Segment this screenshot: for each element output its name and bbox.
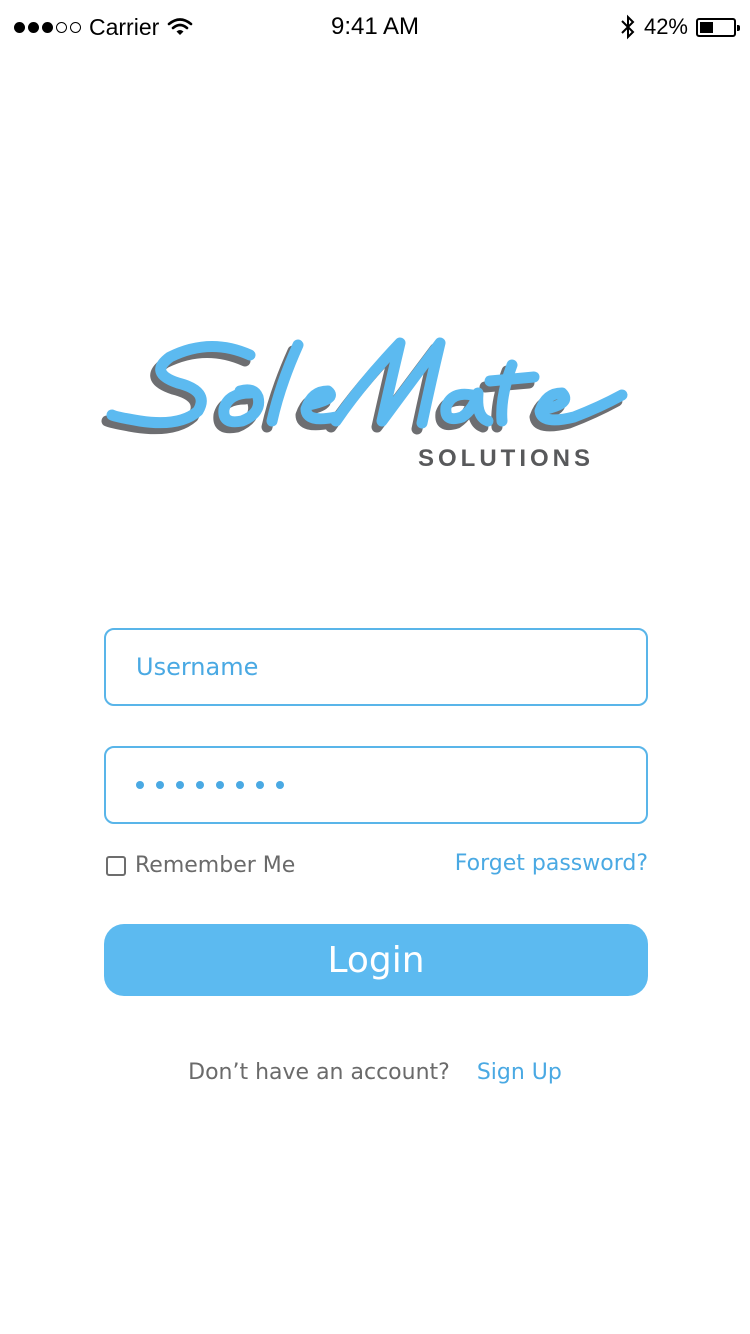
password-mask-dot (236, 781, 244, 789)
remember-me-toggle[interactable]: Remember Me (106, 853, 295, 878)
battery-percent: 42% (643, 14, 688, 39)
username-placeholder: Username (136, 653, 259, 681)
password-mask-dot (156, 781, 164, 789)
password-mask-dot (136, 781, 144, 789)
bluetooth-icon (620, 14, 636, 40)
battery-tip (737, 24, 740, 31)
status-right: 42% (620, 12, 740, 42)
remember-me-label: Remember Me (135, 853, 296, 878)
password-mask-dot (256, 781, 264, 789)
username-input[interactable]: Username (104, 628, 648, 706)
remember-me-checkbox[interactable] (106, 855, 126, 876)
password-mask (136, 781, 284, 789)
password-mask-dot (216, 781, 224, 789)
password-mask-dot (276, 781, 284, 789)
forgot-password-link[interactable]: Forget password? (455, 851, 648, 876)
logo-subtitle: SOLUTIONS (418, 445, 595, 472)
battery-icon (696, 17, 740, 37)
sign-up-link[interactable]: Sign Up (477, 1060, 562, 1085)
password-input[interactable] (104, 746, 648, 824)
password-mask-dot (176, 781, 184, 789)
signup-prompt: Don’t have an account? Sign Up (0, 1060, 750, 1085)
solemate-script-logo (101, 337, 628, 435)
battery-level (700, 21, 713, 33)
password-mask-dot (196, 781, 204, 789)
status-bar: Carrier 9:41 AM 42% (0, 0, 750, 56)
signup-question: Don’t have an account? (188, 1060, 450, 1085)
login-button-label: Login (327, 939, 425, 981)
login-button[interactable]: Login (104, 924, 648, 996)
